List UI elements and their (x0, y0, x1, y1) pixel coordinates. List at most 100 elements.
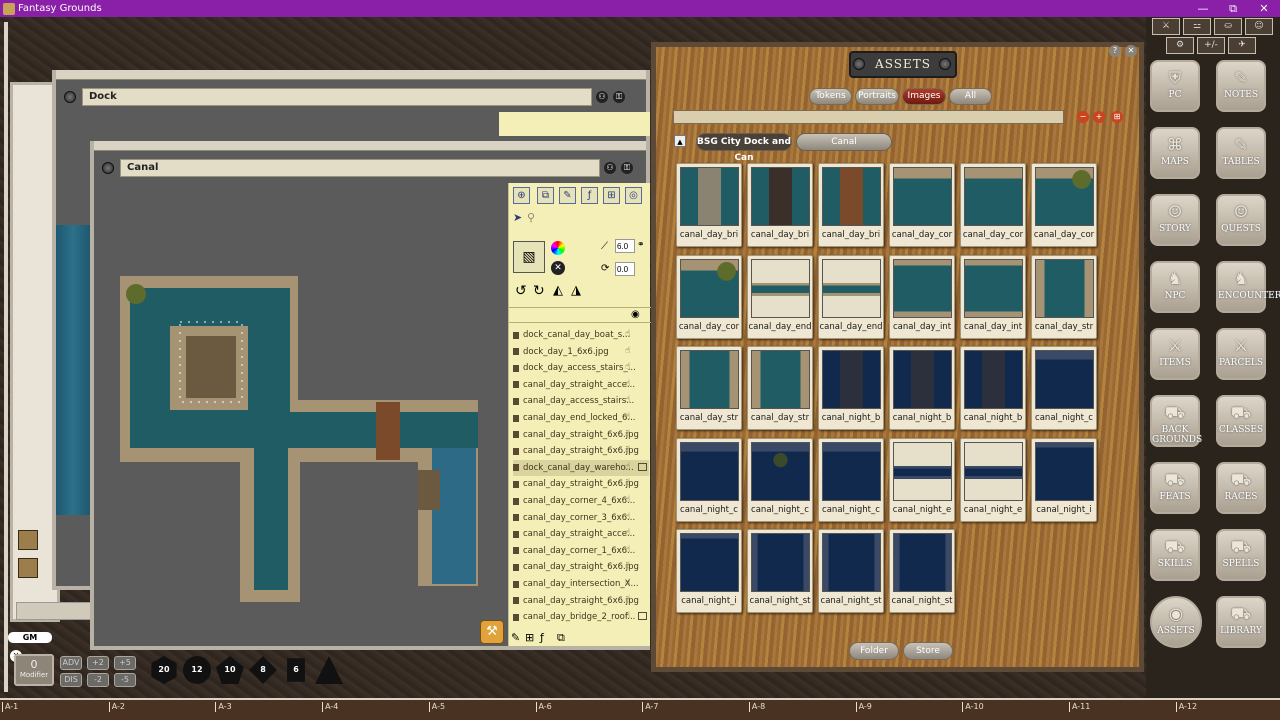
sidebar-button-parcels[interactable]: ⚔ PARCELS (1216, 328, 1266, 380)
undo-rotate-icon[interactable]: ↺ (515, 283, 527, 299)
layer-file-item[interactable]: canal_day_straight_acce... ☝ (513, 526, 649, 542)
die-icon[interactable]: 12 (183, 656, 211, 684)
layer-file-item[interactable]: canal_day_end_locked_6... ☝ (513, 410, 649, 426)
asset-card[interactable]: canal_night_e (889, 437, 955, 522)
breadcrumb-current[interactable]: Canal (796, 133, 892, 151)
fx-add-icon[interactable]: ƒ (540, 631, 544, 644)
restore-button[interactable]: ⧉ (1218, 0, 1248, 17)
toolbar-icon[interactable]: +/- (1197, 37, 1225, 54)
dock-lock-icon[interactable]: ⚿ (613, 91, 625, 103)
layer-file-item[interactable]: canal_day_intersection_X... ☝ (513, 576, 649, 592)
sidebar-button-library[interactable]: ⛟ LIBRARY (1216, 596, 1266, 648)
layer-share-icon[interactable]: ☝ (625, 445, 635, 455)
fx-tool-icon[interactable]: ƒ (581, 187, 598, 204)
asset-card[interactable]: canal_day_bri (818, 163, 884, 247)
redo-rotate-icon[interactable]: ↻ (533, 283, 545, 299)
sidebar-button-quests[interactable]: ☺ QUESTS (1216, 194, 1266, 246)
rotation-input[interactable] (615, 262, 635, 276)
layer-file-item[interactable]: canal_day_straight_acce... ☝ (513, 377, 649, 393)
layer-file-item[interactable]: canal_day_corner_1_6x6... ☝ (513, 543, 649, 559)
link-icon[interactable]: ⚭ (637, 240, 645, 250)
dock-window-name[interactable]: Dock (82, 88, 592, 106)
layer-grid-icon[interactable] (638, 462, 647, 471)
image-preview-box[interactable]: ▧ (513, 241, 545, 273)
flip-h-icon[interactable]: ◭ (553, 283, 563, 298)
asset-card[interactable]: canal_day_str (747, 346, 813, 430)
layer-file-item[interactable]: dock_day_access_stairs_... ☝ (513, 360, 649, 376)
asset-card[interactable]: canal_night_st (818, 529, 884, 613)
layer-share-icon[interactable]: ☝ (625, 595, 635, 605)
dock-window-titlebar[interactable] (56, 70, 646, 80)
clear-icon[interactable]: ✕ (551, 261, 565, 275)
asset-card[interactable]: canal_night_c (1031, 346, 1097, 430)
sidebar-button-spells[interactable]: ⛟ SPELLS (1216, 529, 1266, 581)
die-icon[interactable]: 8 (249, 656, 277, 684)
adv-button[interactable]: ADV (60, 656, 82, 670)
layer-share-icon[interactable]: ☝ (625, 495, 635, 505)
asset-card[interactable]: canal_night_b (818, 346, 884, 430)
sidebar-button-items[interactable]: ⚔ ITEMS (1150, 328, 1200, 380)
paint-tool-icon[interactable]: ✎ (559, 187, 576, 204)
layer-file-item[interactable]: dock_canal_day_boat_s... ☝ (513, 327, 649, 343)
grid-view-icon[interactable]: ⊞ (603, 187, 620, 204)
sidebar-button-npc[interactable]: ♞ NPC (1150, 261, 1200, 313)
layer-file-item[interactable]: dock_day_1_6x6.jpg ☝ (513, 344, 649, 360)
layer-file-item[interactable]: canal_day_straight_6x6.jpg ☝ (513, 593, 649, 609)
dock-share-icon[interactable]: ⚇ (596, 91, 608, 103)
asset-card[interactable]: canal_night_c (747, 437, 813, 522)
add-layer-icon[interactable]: ✎ (511, 631, 520, 644)
canal-window-lock-knob[interactable] (102, 162, 114, 174)
sidebar-button-skills[interactable]: ⛟ SKILLS (1150, 529, 1200, 581)
image-edit-toggle-icon[interactable]: ⚒ (480, 620, 504, 644)
asset-card[interactable]: canal_night_i (1031, 437, 1097, 522)
sidebar-button-tables[interactable]: ✎ TABLES (1216, 127, 1266, 179)
asset-card[interactable]: canal_night_c (818, 437, 884, 522)
asset-card[interactable]: canal_day_end (818, 254, 884, 339)
breadcrumb-parent[interactable]: BSG City Dock and Can (696, 133, 792, 163)
sidebar-button-feats[interactable]: ⛟ FEATS (1150, 462, 1200, 514)
sidebar-button-encounters[interactable]: ♞ ENCOUNTERS (1216, 261, 1280, 313)
layer-file-item[interactable]: canal_day_straight_6x6.jpg ☝ (513, 443, 649, 459)
toolbar-icon[interactable]: ✈ (1228, 37, 1256, 54)
die-icon[interactable]: 10 (216, 656, 244, 684)
sidebar-button-maps[interactable]: ⌘ MAPS (1150, 127, 1200, 179)
layer-file-item[interactable]: canal_day_bridge_2_roof... ☝ (513, 609, 649, 625)
assets-help-icon[interactable]: ? (1109, 45, 1121, 57)
copy-layer-icon[interactable]: ⧉ (557, 631, 565, 645)
dis-button[interactable]: DIS (60, 673, 82, 687)
asset-card[interactable]: canal_night_st (889, 529, 955, 613)
tab-all[interactable]: All (949, 88, 992, 105)
layer-file-item[interactable]: canal_day_straight_6x6.jpg ☝ (513, 427, 649, 443)
modifier-box[interactable]: 0 Modifier (14, 654, 54, 686)
canal-window-titlebar[interactable] (94, 141, 646, 151)
grid-tool-icon[interactable]: ⊕ (513, 187, 530, 204)
asset-card[interactable]: canal_night_i (676, 529, 742, 613)
asset-card[interactable]: canal_day_cor (960, 163, 1026, 247)
minimize-button[interactable]: — (1188, 0, 1218, 17)
mod-minus5-button[interactable]: -5 (114, 673, 136, 687)
zoom-out-icon[interactable]: − (1077, 111, 1089, 123)
asset-card[interactable]: canal_night_st (747, 529, 813, 613)
layer-file-item[interactable]: canal_day_straight_6x6.jpg ☝ (513, 559, 649, 575)
toolbar-icon[interactable]: ⚔ (1152, 18, 1180, 35)
layer-share-icon[interactable]: ☝ (625, 379, 635, 389)
stamp-tool-icon[interactable]: ⚲ (527, 211, 535, 224)
flip-v-icon[interactable]: ◮ (571, 283, 581, 298)
mod-minus2-button[interactable]: -2 (87, 673, 109, 687)
layer-share-icon[interactable]: ☝ (625, 512, 635, 522)
grid-size-input[interactable] (615, 239, 635, 253)
toolbar-icon[interactable]: ⚍ (1183, 18, 1211, 35)
layer-share-icon[interactable]: ☝ (625, 346, 635, 356)
sidebar-button-classes[interactable]: ⛟ CLASSES (1216, 395, 1266, 447)
dock-window-lock-knob[interactable] (64, 91, 76, 103)
canal-lock-icon[interactable]: ⚿ (621, 162, 633, 174)
toolbar-icon[interactable]: ⛀ (1214, 18, 1242, 35)
sidebar-button-story[interactable]: ☺ STORY (1150, 194, 1200, 246)
layer-share-icon[interactable]: ☝ (625, 578, 635, 588)
die-icon[interactable] (315, 656, 343, 684)
layer-file-item[interactable]: canal_day_straight_6x6.jpg ☝ (513, 476, 649, 492)
select-arrow-icon[interactable]: ➤ (513, 211, 522, 224)
layer-share-icon[interactable]: ☝ (625, 329, 635, 339)
visibility-eye-icon[interactable]: ◉ (631, 309, 640, 320)
toolbar-icon[interactable]: ⚙ (1166, 37, 1194, 54)
